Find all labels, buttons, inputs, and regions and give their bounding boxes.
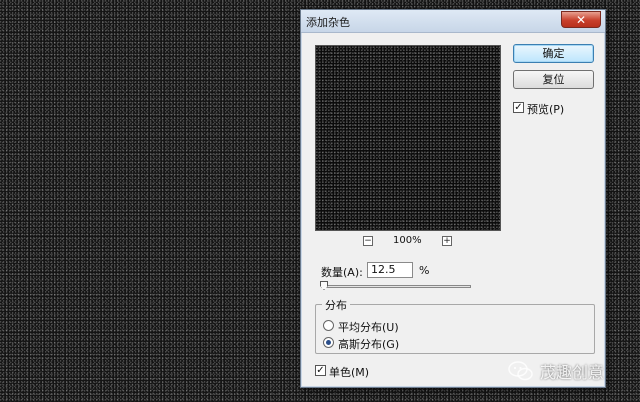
amount-unit: % [419,264,430,277]
amount-input[interactable]: 12.5 [367,262,413,278]
monochrome-label: 单色(M) [329,366,370,379]
watermark: 茂趣创意 [508,356,604,386]
ok-button[interactable]: 确定 [513,44,594,63]
zoom-level: 100% [393,235,422,246]
radio-uniform-label: 平均分布(U) [338,321,399,334]
radio-selected-dot [326,340,331,345]
amount-label: 数量(A): [321,266,363,279]
reset-button[interactable]: 复位 [513,70,594,89]
preview-image[interactable] [315,45,501,231]
preview-checkbox[interactable]: ✓ [513,102,524,113]
radio-uniform[interactable] [323,320,334,331]
dialog-title: 添加杂色 [306,16,350,29]
amount-slider-thumb[interactable] [320,281,328,290]
preview-label: 预览(P) [527,103,565,116]
dialog-titlebar[interactable]: 添加杂色 ✕ [301,10,605,33]
monochrome-checkbox[interactable]: ✓ [315,365,326,376]
zoom-out-icon[interactable]: − [363,236,373,246]
watermark-text: 茂趣创意 [540,363,605,382]
amount-slider-track[interactable] [321,285,471,288]
wechat-icon [508,361,533,381]
zoom-in-icon[interactable]: + [442,236,452,246]
radio-gaussian-label: 高斯分布(G) [338,338,400,351]
close-button[interactable]: ✕ [561,11,601,28]
distribution-group-title: 分布 [322,297,350,313]
radio-gaussian[interactable] [323,337,334,348]
add-noise-dialog: 添加杂色 ✕ − 100% + 确定 复位 ✓ 预览(P) 数量(A): 12.… [300,9,606,388]
